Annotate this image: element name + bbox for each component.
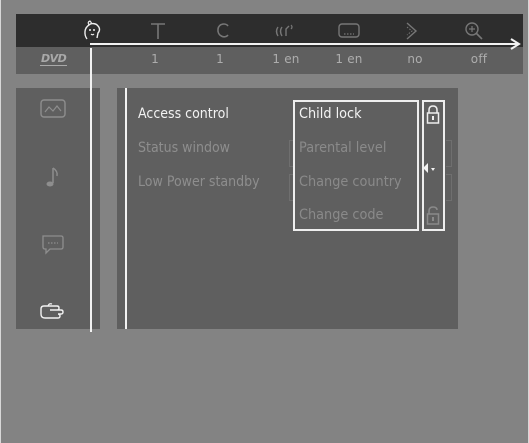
zoom-value: off xyxy=(470,52,488,66)
submenu-item-change-code[interactable]: Change code xyxy=(299,207,383,223)
submenu-item-parental-level[interactable]: Parental level xyxy=(299,140,386,156)
side-selection-line xyxy=(90,48,92,332)
main-selection-line xyxy=(125,88,127,329)
menu-item-status-window[interactable]: Status window xyxy=(138,140,230,156)
language-speech-icon[interactable] xyxy=(36,228,70,262)
menu-item-access-control[interactable]: Access control xyxy=(138,106,229,122)
angle-value: no xyxy=(407,52,423,66)
dvd-logo: DVD xyxy=(40,52,68,66)
picture-settings-icon[interactable] xyxy=(36,92,70,126)
music-note-icon[interactable] xyxy=(36,160,70,194)
subtitle-value: 1 xyxy=(151,52,159,66)
menu-item-low-power-standby[interactable]: Low Power standby xyxy=(138,174,260,190)
submenu-item-child-lock[interactable]: Child lock xyxy=(299,106,362,122)
divider-right xyxy=(446,174,452,201)
triangle-pointer-icon xyxy=(421,160,439,180)
side-menu-panel xyxy=(16,88,100,329)
lock-closed-icon[interactable] xyxy=(425,104,441,130)
menu-connector-arrow xyxy=(90,38,521,50)
audio-value: 1 en xyxy=(272,52,300,66)
features-hand-icon[interactable] xyxy=(36,295,70,329)
lock-open-icon[interactable] xyxy=(425,205,441,231)
chapter-value: 1 xyxy=(216,52,224,66)
subtitle-language-value: 1 en xyxy=(335,52,363,66)
divider-right xyxy=(446,140,452,167)
submenu-item-change-country[interactable]: Change country xyxy=(299,174,402,190)
